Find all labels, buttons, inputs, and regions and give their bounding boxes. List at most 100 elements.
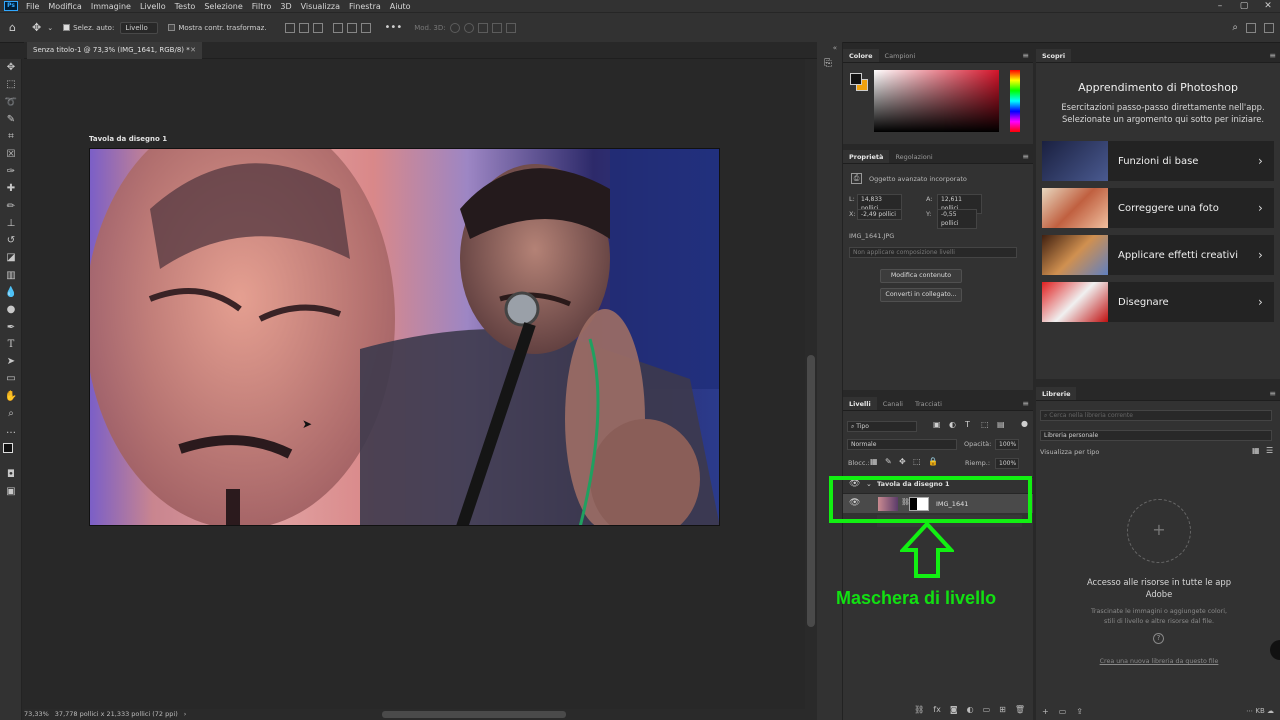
- blur-tool-icon[interactable]: 💧: [0, 284, 22, 301]
- pan-3d-icon[interactable]: [477, 22, 488, 33]
- marquee-tool-icon[interactable]: ⬚: [0, 76, 22, 93]
- maximize-icon[interactable]: ▢: [1232, 0, 1256, 12]
- opacity-input[interactable]: 100%: [995, 439, 1019, 450]
- x-input[interactable]: -2,49 pollici: [857, 209, 902, 220]
- slide-3d-icon[interactable]: [491, 22, 502, 33]
- menu-modifica[interactable]: Modifica: [48, 2, 81, 11]
- close-tab-icon[interactable]: ✕: [190, 42, 196, 59]
- lock-artboard-icon[interactable]: ⬚: [913, 457, 921, 466]
- history-panel-icon[interactable]: ⎘: [824, 58, 832, 69]
- healing-brush-tool-icon[interactable]: ✚: [0, 180, 22, 197]
- dodge-tool-icon[interactable]: ●: [0, 301, 22, 318]
- eraser-tool-icon[interactable]: ◪: [0, 249, 22, 266]
- folder-icon[interactable]: ▭: [1059, 707, 1067, 716]
- blend-mode-dropdown[interactable]: Normale: [847, 439, 957, 450]
- color-swatches-icon[interactable]: [0, 440, 22, 466]
- screen-mode-icon[interactable]: ▣: [0, 483, 22, 500]
- learn-card-fix-photo[interactable]: Correggere una foto ›: [1042, 188, 1274, 228]
- tab-tracciati[interactable]: Tracciati: [909, 397, 948, 410]
- learn-card-creative-effects[interactable]: Applicare effetti creativi ›: [1042, 235, 1274, 275]
- move-tool-icon[interactable]: ✥: [0, 59, 22, 76]
- align-bottom-icon[interactable]: [360, 22, 371, 33]
- home-icon[interactable]: ⌂: [9, 21, 16, 34]
- foreground-swatch[interactable]: [850, 73, 862, 85]
- create-library-link[interactable]: Crea una nuova libreria da questo file: [1076, 658, 1242, 665]
- library-search-input[interactable]: ⌕ Cerca nella libreria corrente: [1040, 410, 1272, 421]
- layer-style-icon[interactable]: fx: [933, 705, 941, 720]
- delete-layer-icon[interactable]: 🗑: [1015, 705, 1025, 720]
- menu-filtro[interactable]: Filtro: [252, 2, 272, 11]
- vertical-scroll-thumb[interactable]: [807, 355, 815, 627]
- zoom-tool-icon[interactable]: ⌕: [0, 405, 22, 422]
- foreground-color-swatch[interactable]: [3, 442, 13, 453]
- tab-regolazioni[interactable]: Regolazioni: [889, 150, 938, 163]
- brush-tool-icon[interactable]: ✏: [0, 197, 22, 214]
- eyedropper-tool-icon[interactable]: ✑: [0, 163, 22, 180]
- panel-menu-icon[interactable]: ≡: [1263, 49, 1280, 62]
- tab-proprieta[interactable]: Proprietà: [843, 150, 890, 163]
- history-brush-tool-icon[interactable]: ↺: [0, 232, 22, 249]
- help-icon[interactable]: ?: [1153, 633, 1164, 644]
- new-layer-icon[interactable]: ⊞: [999, 705, 1006, 720]
- search-icon[interactable]: ⌕: [1232, 22, 1238, 33]
- align-middle-icon[interactable]: [346, 22, 357, 33]
- panel-menu-icon[interactable]: ≡: [1016, 150, 1033, 163]
- orbit-3d-icon[interactable]: [449, 22, 460, 33]
- add-asset-circle[interactable]: +: [1127, 499, 1191, 563]
- filter-type-icon[interactable]: T: [965, 420, 970, 429]
- layer-filter-kind[interactable]: ⌕ Tipo: [847, 421, 917, 432]
- zoom-level[interactable]: 73,33%: [24, 709, 49, 720]
- fill-input[interactable]: 100%: [995, 458, 1019, 469]
- minimize-icon[interactable]: –: [1208, 0, 1232, 12]
- lasso-tool-icon[interactable]: ➰: [0, 94, 22, 111]
- learn-card-basics[interactable]: Funzioni di base ›: [1042, 141, 1274, 181]
- roll-3d-icon[interactable]: [463, 22, 474, 33]
- crop-tool-icon[interactable]: ⌗: [0, 128, 22, 145]
- align-left-icon[interactable]: [284, 22, 295, 33]
- type-tool-icon[interactable]: T: [0, 336, 22, 353]
- status-chevron-icon[interactable]: ›: [184, 709, 187, 720]
- artboard-photo[interactable]: [89, 148, 720, 526]
- tab-livelli[interactable]: Livelli: [843, 397, 877, 410]
- learn-card-drawing[interactable]: Disegnare ›: [1042, 282, 1274, 322]
- align-right-icon[interactable]: [312, 22, 323, 33]
- tool-preset-chevron-icon[interactable]: ⌄: [47, 24, 53, 32]
- tab-scopri[interactable]: Scopri: [1036, 49, 1072, 62]
- gradient-tool-icon[interactable]: ▥: [0, 267, 22, 284]
- panel-menu-icon[interactable]: ≡: [1016, 397, 1033, 410]
- hue-slider[interactable]: [1010, 70, 1020, 132]
- add-icon[interactable]: +: [1042, 707, 1049, 716]
- convert-to-linked-button[interactable]: Converti in collegato...: [880, 288, 962, 302]
- tab-canali[interactable]: Canali: [877, 397, 909, 410]
- frame-tool-icon[interactable]: ☒: [0, 145, 22, 162]
- menu-livello[interactable]: Livello: [140, 2, 166, 11]
- list-view-icon[interactable]: ☰: [1266, 446, 1273, 455]
- upload-icon[interactable]: ⇪: [1076, 707, 1083, 716]
- filter-pixel-icon[interactable]: ▣: [933, 420, 941, 429]
- vertical-scrollbar[interactable]: [805, 59, 817, 709]
- auto-select-dropdown[interactable]: Livello: [120, 21, 159, 34]
- quick-mask-icon[interactable]: ◘: [0, 466, 22, 483]
- align-center-icon[interactable]: [298, 22, 309, 33]
- filter-shape-icon[interactable]: ⬚: [981, 420, 989, 429]
- scale-3d-icon[interactable]: [505, 22, 516, 33]
- color-field[interactable]: [874, 70, 999, 132]
- quick-select-tool-icon[interactable]: ✎: [0, 111, 22, 128]
- collapse-panels-icon[interactable]: «: [833, 44, 837, 52]
- filter-smart-object-icon[interactable]: ▤: [997, 420, 1005, 429]
- new-adjustment-icon[interactable]: ◐: [967, 705, 974, 720]
- artboard-label[interactable]: Tavola da disegno 1: [89, 135, 167, 143]
- transform-controls-checkbox[interactable]: Mostra contr. trasformaz.: [168, 24, 267, 32]
- edit-toolbar-icon[interactable]: …: [0, 422, 22, 439]
- rectangle-tool-icon[interactable]: ▭: [0, 370, 22, 387]
- clone-stamp-tool-icon[interactable]: ⊥: [0, 215, 22, 232]
- panel-menu-icon[interactable]: ≡: [1016, 49, 1033, 62]
- y-input[interactable]: -0,55 pollici: [937, 209, 977, 229]
- close-icon[interactable]: ✕: [1256, 0, 1280, 12]
- grid-view-icon[interactable]: ▦: [1252, 446, 1260, 455]
- move-tool-icon[interactable]: ✥: [32, 21, 41, 34]
- link-layers-icon[interactable]: ⛓: [914, 705, 924, 720]
- tab-campioni[interactable]: Campioni: [879, 49, 922, 62]
- pen-tool-icon[interactable]: ✒: [0, 318, 22, 335]
- library-dropdown[interactable]: Libreria personale: [1040, 430, 1272, 441]
